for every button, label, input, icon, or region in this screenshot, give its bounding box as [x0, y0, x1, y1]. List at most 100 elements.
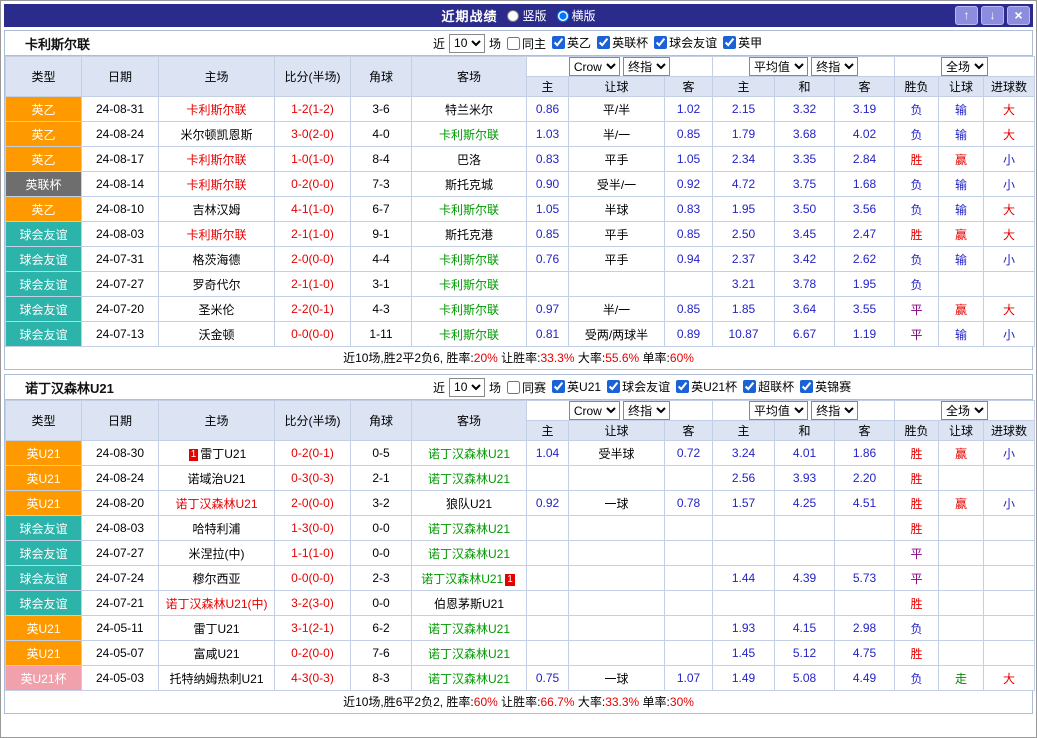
- col-handicap-home: 主: [526, 76, 569, 97]
- match-row: 英U21 24-05-07 富咸U21 0-2(0-0) 7-6 诺丁汉森林U21 1.45…: [5, 640, 1036, 666]
- league-type-cell: 英U21: [5, 640, 82, 666]
- move-up-button[interactable]: ↑: [955, 6, 978, 25]
- horizontal-radio[interactable]: [556, 9, 569, 22]
- league-type-cell: 英U21: [5, 490, 82, 516]
- league-filter-label: 英联杯: [612, 36, 649, 50]
- same-venue-checkbox[interactable]: [507, 36, 521, 50]
- average-select[interactable]: 平均值: [748, 57, 808, 76]
- odds-stage-select[interactable]: 终指: [623, 401, 671, 420]
- avg-away-odds-cell: 4.51: [834, 490, 896, 516]
- league-filter-label: 球会友谊: [622, 380, 671, 394]
- corner-cell: 7-6: [350, 640, 412, 666]
- odds-stage-select-2[interactable]: 终指: [811, 401, 859, 420]
- team-name: 诺丁汉森林U21: [427, 646, 510, 661]
- avg-away-odds-cell: 1.95: [834, 271, 896, 297]
- away-team-cell: 卡利斯尔联: [411, 321, 527, 347]
- summary-stat-value: 33.3%: [605, 695, 640, 709]
- avg-home-odds-cell: 1.79: [712, 121, 776, 147]
- league-filter-checkbox[interactable]: [654, 36, 668, 49]
- odds-stage-select[interactable]: 终指: [623, 57, 671, 76]
- league-filter-checkbox[interactable]: [552, 380, 566, 393]
- goals-result-cell: [983, 271, 1036, 297]
- date-cell: 24-07-27: [81, 271, 159, 297]
- odds-stage-select-2[interactable]: 终指: [811, 57, 859, 76]
- fulltime-select[interactable]: 全场: [941, 57, 989, 76]
- close-button[interactable]: ×: [1007, 6, 1030, 25]
- league-filter[interactable]: 超联杯: [743, 378, 794, 395]
- handicap-away-odds-cell: 1.05: [663, 146, 714, 172]
- avg-away-odds-cell: 4.75: [834, 640, 896, 666]
- league-filter[interactable]: 英锦赛: [800, 378, 851, 395]
- league-filter-checkbox[interactable]: [552, 36, 566, 49]
- match-count-select[interactable]: 10: [449, 33, 486, 53]
- handicap-line-cell: [568, 640, 665, 666]
- team-name: 诺丁汉森林U21: [421, 571, 504, 586]
- col-result: 胜负: [894, 76, 940, 97]
- result-cell: 平: [894, 296, 940, 322]
- corner-cell: 4-0: [350, 121, 412, 147]
- league-filter-checkbox[interactable]: [743, 380, 757, 393]
- league-filter-checkbox[interactable]: [800, 380, 814, 393]
- avg-draw-odds-cell: [774, 540, 836, 566]
- match-row: 球会友谊 24-07-20 圣米伦 2-2(0-1) 4-3 卡利斯尔联 0.97 半/一 0.…: [5, 296, 1036, 322]
- match-row: 英乙 24-08-17 卡利斯尔联 1-0(1-0) 8-4 巴洛 0.83 平手 1.05 2.…: [5, 146, 1036, 172]
- handicap-home-odds-cell: 0.85: [526, 221, 569, 247]
- team-name: 诺丁汉森林U21: [427, 471, 510, 486]
- team-name: 罗奇代尔: [192, 277, 241, 292]
- league-filter-label: 英乙: [567, 36, 592, 50]
- avg-draw-odds-cell: 6.67: [774, 321, 836, 347]
- handicap-home-odds-cell: 1.03: [526, 121, 569, 147]
- league-filter[interactable]: 英U21杯: [676, 378, 737, 395]
- corner-cell: 2-1: [350, 465, 412, 491]
- away-team-cell: 特兰米尔: [411, 96, 527, 122]
- team-name: 诺丁汉森林U21: [427, 546, 510, 561]
- league-filter[interactable]: 英U21: [552, 378, 601, 395]
- col-type: 类型: [5, 400, 82, 441]
- away-team-cell: 巴洛: [411, 146, 527, 172]
- score-cell: 3-1(2-1): [274, 615, 351, 641]
- avg-draw-odds-cell: 3.78: [774, 271, 836, 297]
- average-odds-controls: 平均值 终指: [712, 400, 896, 421]
- league-filter-checkbox[interactable]: [676, 380, 690, 393]
- date-cell: 24-05-11: [81, 615, 159, 641]
- league-filter-checkbox[interactable]: [607, 380, 621, 393]
- league-filter[interactable]: 球会友谊: [654, 34, 717, 51]
- match-count-select[interactable]: 10: [449, 377, 486, 397]
- summary-stat-value: 33.3%: [540, 351, 575, 365]
- same-venue-filter[interactable]: 同主: [507, 35, 546, 52]
- league-type-cell: 球会友谊: [5, 515, 82, 541]
- table-header-controls-row: 类型 日期 主场 比分(半场) 角球 客场 Crow 终指 平均值 终指 全场: [5, 400, 1036, 441]
- team-name: 卡利斯尔联: [438, 302, 499, 317]
- same-competition-checkbox[interactable]: [507, 380, 521, 394]
- col-date: 日期: [81, 56, 159, 97]
- league-filter[interactable]: 球会友谊: [607, 378, 670, 395]
- goals-result-cell: 小: [983, 321, 1036, 347]
- titlebar-buttons: ↑ ↓ ×: [955, 6, 1030, 25]
- avg-draw-odds-cell: 3.68: [774, 121, 836, 147]
- average-select[interactable]: 平均值: [748, 401, 808, 420]
- fulltime-select[interactable]: 全场: [941, 401, 989, 420]
- avg-away-odds-cell: [834, 590, 896, 616]
- vertical-radio[interactable]: [507, 9, 520, 22]
- col-away: 客场: [411, 400, 527, 441]
- layout-horizontal-option[interactable]: 横版: [556, 7, 596, 24]
- league-filter[interactable]: 英甲: [723, 34, 762, 51]
- bookmaker-select[interactable]: Crow: [568, 401, 620, 420]
- team-name: 巴洛: [456, 152, 481, 167]
- col-result: 胜负: [894, 420, 940, 441]
- avg-home-odds-cell: 1.95: [712, 196, 776, 222]
- away-team-cell: 卡利斯尔联: [411, 271, 527, 297]
- same-competition-filter[interactable]: 同赛: [507, 379, 546, 396]
- league-filter-checkbox[interactable]: [597, 36, 611, 49]
- bookmaker-select[interactable]: Crow: [568, 57, 620, 76]
- league-filter-checkbox[interactable]: [723, 36, 737, 49]
- avg-draw-odds-cell: 3.75: [774, 171, 836, 197]
- league-filter[interactable]: 英乙: [552, 34, 591, 51]
- team-name: 卡利斯尔联: [438, 202, 499, 217]
- league-filter[interactable]: 英联杯: [597, 34, 648, 51]
- move-down-button[interactable]: ↓: [981, 6, 1004, 25]
- handicap-away-odds-cell: [663, 465, 714, 491]
- avg-draw-odds-cell: [774, 515, 836, 541]
- layout-vertical-option[interactable]: 竖版: [507, 7, 547, 24]
- avg-away-odds-cell: 1.68: [834, 171, 896, 197]
